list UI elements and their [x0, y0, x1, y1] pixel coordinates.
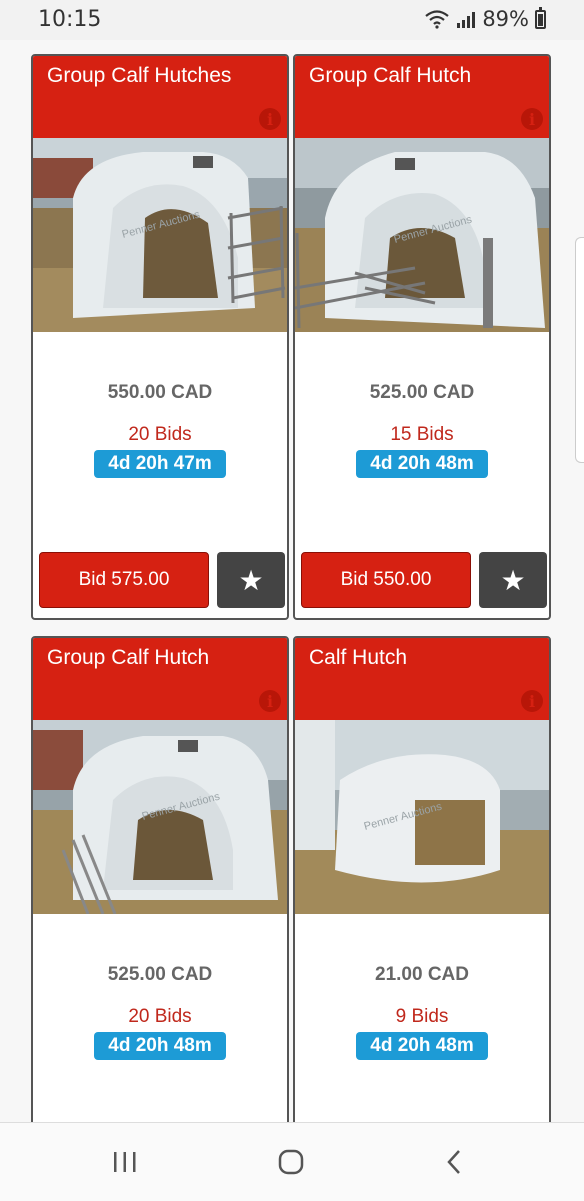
card-header: Group Calf Hutches i [33, 56, 287, 138]
star-icon: ★ [500, 564, 526, 596]
info-icon[interactable]: i [521, 690, 543, 712]
signal-icon [457, 12, 476, 28]
home-button[interactable] [256, 1123, 326, 1201]
bid-count: 20 Bids [128, 1006, 192, 1027]
info-icon[interactable]: i [521, 108, 543, 130]
back-icon [447, 1150, 460, 1174]
listing-price: 525.00 CAD [369, 382, 475, 403]
listing-title[interactable]: Calf Hutch [309, 646, 407, 670]
bid-count: 15 Bids [390, 424, 454, 445]
listing-price: 21.00 CAD [375, 964, 469, 985]
card-header: Group Calf Hutch i [295, 56, 549, 138]
time-left-badge: 4d 20h 48m [356, 450, 488, 478]
bid-count: 9 Bids [395, 1006, 449, 1027]
scrollbar[interactable] [575, 237, 584, 463]
listing-card[interactable]: Calf Hutch i Penner Auctions 21.00 CAD 9… [293, 636, 551, 1122]
back-button[interactable] [420, 1123, 490, 1201]
bid-count: 20 Bids [128, 424, 192, 445]
listing-title[interactable]: Group Calf Hutch [47, 646, 209, 670]
listing-price: 550.00 CAD [107, 382, 213, 403]
battery-percent: 89% [482, 7, 529, 31]
listing-image[interactable]: Penner Auctions [33, 138, 287, 332]
bid-button[interactable]: Bid 550.00 [301, 552, 471, 608]
favorite-button[interactable]: ★ [479, 552, 547, 608]
listing-title[interactable]: Group Calf Hutches [47, 64, 231, 88]
recents-button[interactable] [90, 1123, 160, 1201]
listing-price: 525.00 CAD [107, 964, 213, 985]
card-body: 21.00 CAD 9 Bids 4d 20h 48m [295, 914, 549, 1122]
card-header: Calf Hutch i [295, 638, 549, 720]
listing-image[interactable]: Penner Auctions [33, 720, 287, 914]
battery-icon [535, 6, 546, 29]
listing-card[interactable]: Group Calf Hutches i Penner Auctions 550… [31, 54, 289, 620]
card-body: 525.00 CAD 15 Bids 4d 20h 48m Bid 550.00… [295, 332, 549, 612]
card-body: 550.00 CAD 20 Bids 4d 20h 47m Bid 575.00… [33, 332, 287, 612]
listing-title[interactable]: Group Calf Hutch [309, 64, 471, 88]
card-body: 525.00 CAD 20 Bids 4d 20h 48m [33, 914, 287, 1122]
info-icon[interactable]: i [259, 108, 281, 130]
listing-image[interactable]: Penner Auctions [295, 720, 549, 914]
home-icon [278, 1149, 304, 1175]
recents-icon [114, 1152, 136, 1172]
bid-button[interactable]: Bid 575.00 [39, 552, 209, 608]
info-icon[interactable]: i [259, 690, 281, 712]
listing-card[interactable]: Group Calf Hutch i Penner Auctions 525.0… [31, 636, 289, 1122]
wifi-icon [425, 10, 450, 29]
time-left-badge: 4d 20h 48m [94, 1032, 226, 1060]
favorite-button[interactable]: ★ [217, 552, 285, 608]
listing-grid[interactable]: Group Calf Hutches i Penner Auctions 550… [0, 40, 584, 1122]
time-left-badge: 4d 20h 48m [356, 1032, 488, 1060]
status-bar: 10:15 89% [0, 0, 584, 40]
listing-card[interactable]: Group Calf Hutch i Penner Auctions 525.0… [293, 54, 551, 620]
listing-image[interactable]: Penner Auctions [295, 138, 549, 332]
time-left-badge: 4d 20h 47m [94, 450, 226, 478]
status-time: 10:15 [38, 7, 102, 32]
star-icon: ★ [238, 564, 264, 596]
status-icons: 89% [424, 6, 546, 31]
card-header: Group Calf Hutch i [33, 638, 287, 720]
navigation-bar [0, 1122, 584, 1201]
